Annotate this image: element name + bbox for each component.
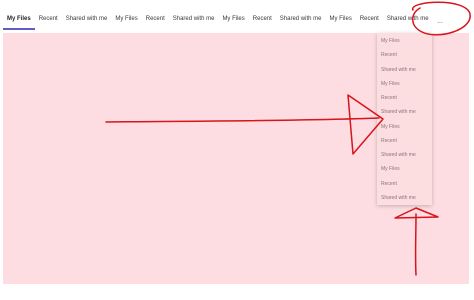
overflow-dropdown-menu: My Files Recent Shared with me My Files … bbox=[377, 33, 432, 205]
menu-item-recent[interactable]: Recent bbox=[377, 134, 432, 148]
tab-my-files[interactable]: My Files bbox=[3, 13, 35, 30]
tab-recent[interactable]: Recent bbox=[356, 13, 383, 30]
tab-my-files[interactable]: My Files bbox=[111, 13, 141, 30]
menu-item-shared-with-me[interactable]: Shared with me bbox=[377, 105, 432, 119]
tab-bar: My Files Recent Shared with me My Files … bbox=[3, 13, 433, 33]
tab-recent[interactable]: Recent bbox=[35, 13, 62, 30]
menu-item-recent[interactable]: Recent bbox=[377, 177, 432, 191]
menu-item-shared-with-me[interactable]: Shared with me bbox=[377, 63, 432, 77]
tab-recent[interactable]: Recent bbox=[249, 13, 276, 30]
menu-item-my-files[interactable]: My Files bbox=[377, 162, 432, 176]
tab-shared-with-me[interactable]: Shared with me bbox=[62, 13, 112, 30]
menu-item-my-files[interactable]: My Files bbox=[377, 34, 432, 48]
menu-item-shared-with-me[interactable]: Shared with me bbox=[377, 191, 432, 205]
tab-my-files[interactable]: My Files bbox=[218, 13, 248, 30]
menu-item-recent[interactable]: Recent bbox=[377, 48, 432, 62]
tab-shared-with-me[interactable]: Shared with me bbox=[276, 13, 326, 30]
menu-item-shared-with-me[interactable]: Shared with me bbox=[377, 148, 432, 162]
menu-item-my-files[interactable]: My Files bbox=[377, 77, 432, 91]
menu-item-recent[interactable]: Recent bbox=[377, 91, 432, 105]
tab-shared-with-me[interactable]: Shared with me bbox=[383, 13, 433, 30]
overflow-menu-button[interactable]: ... bbox=[432, 13, 448, 30]
page: My Files Recent Shared with me My Files … bbox=[0, 0, 474, 300]
tab-my-files[interactable]: My Files bbox=[325, 13, 355, 30]
tab-recent[interactable]: Recent bbox=[142, 13, 169, 30]
menu-item-my-files[interactable]: My Files bbox=[377, 120, 432, 134]
tab-shared-with-me[interactable]: Shared with me bbox=[169, 13, 219, 30]
